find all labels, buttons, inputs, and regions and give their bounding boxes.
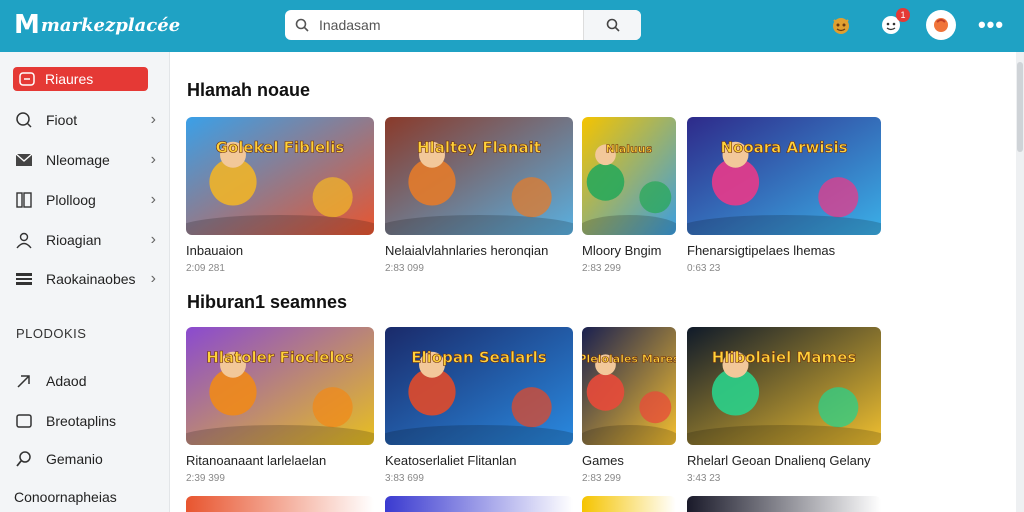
- game-card[interactable]: Nooara Arwisis Fhenarsigtipelaes lhemas 0:…: [687, 117, 881, 274]
- chevron-right-icon: ›: [150, 191, 156, 208]
- game-thumbnail[interactable]: Nlaluus: [582, 117, 676, 235]
- game-title[interactable]: Keatoserlaliet Flitanlan: [385, 453, 573, 468]
- game-title[interactable]: Nelaialvlahnlaries heronqian: [385, 243, 573, 258]
- game-title[interactable]: Ritanoanaant larlelaelan: [186, 453, 374, 468]
- game-title[interactable]: Fhenarsigtipelaes lhemas: [687, 243, 881, 258]
- avatar[interactable]: [926, 10, 956, 40]
- sidebar-item-label: Fioot: [46, 112, 78, 128]
- sidebar-subitem-3[interactable]: Gemanio: [14, 447, 164, 471]
- book-icon: [14, 190, 34, 210]
- search-button-icon: [606, 18, 620, 32]
- sidebar: Riaures Fioot › Nleomage › Plolloog › Ri…: [0, 52, 170, 512]
- section-title: Hiburan1 seamnes: [187, 292, 348, 312]
- game-thumbnail[interactable]: Golekel Fiblelis: [186, 117, 374, 235]
- game-thumbnail[interactable]: Hlatoler Fioclelos: [186, 327, 374, 445]
- search-input[interactable]: [319, 11, 589, 39]
- game-card[interactable]: Eliopan Sealarls Keatoserlaliet Flitanlan…: [385, 327, 573, 484]
- sidebar-subitem-2[interactable]: Breotaplins: [14, 409, 164, 433]
- thumbnail-title-art: Hlibolaiel Mames: [712, 348, 857, 366]
- sidebar-item-label: Plolloog: [46, 192, 96, 208]
- game-thumbnail[interactable]: Hlibolaiel Mames: [687, 327, 881, 445]
- game-card[interactable]: Plelolales Mares Games 2:83 299: [582, 327, 676, 484]
- chevron-right-icon: ›: [150, 270, 156, 287]
- top-bar: M markezplacée 1 •••: [0, 0, 1024, 52]
- magnifier-icon: [14, 449, 34, 469]
- sidebar-item-label: Rioagian: [46, 232, 102, 248]
- logo-text: markezplacée: [40, 14, 181, 36]
- game-card[interactable]: Hlaltey Flanait Nelaialvlahnlaries heronq…: [385, 117, 573, 274]
- thumbnail-title-art: Golekel Fiblelis: [216, 138, 345, 156]
- sidebar-item-label: Gemanio: [46, 451, 103, 467]
- home-icon: [19, 72, 35, 86]
- game-card[interactable]: Nlaluus Mloory Bngim 2:83 299: [582, 117, 676, 274]
- notification-icon[interactable]: 1: [876, 8, 910, 40]
- arrow-icon: [14, 371, 34, 391]
- game-meta: 0:63 23: [687, 263, 721, 274]
- thumbnail-title-art: Nooara Arwisis: [720, 138, 847, 156]
- search-icon: [14, 110, 34, 130]
- thumbnail-title-art: Hlaltey Flanait: [417, 138, 541, 156]
- game-meta: 2:39 399: [186, 473, 225, 484]
- game-meta: 2:83 299: [582, 473, 621, 484]
- game-thumbnail[interactable]: Plelolales Mares: [582, 327, 676, 445]
- game-title[interactable]: Mloory Bngim: [582, 243, 676, 258]
- sidebar-footer-link[interactable]: Conoornapheias: [14, 489, 117, 505]
- app-logo[interactable]: M markezplacée: [14, 10, 180, 40]
- chevron-right-icon: ›: [150, 231, 156, 248]
- game-thumbnail[interactable]: Nooara Arwisis: [687, 117, 881, 235]
- sidebar-item-1[interactable]: Fioot ›: [14, 108, 164, 132]
- game-meta: 3:83 699: [385, 473, 424, 484]
- more-options-icon[interactable]: •••: [976, 10, 1006, 40]
- game-meta: 3:43 23: [687, 473, 721, 484]
- game-card[interactable]: Hlatoler Fioclelos Ritanoanaant larlelael…: [186, 327, 374, 484]
- game-title[interactable]: Inbauaion: [186, 243, 374, 258]
- sidebar-item-3[interactable]: Plolloog ›: [14, 188, 164, 212]
- thumbnail-title-art: Plelolales Mares: [582, 352, 676, 365]
- sidebar-subitem-1[interactable]: Adaod: [14, 369, 164, 393]
- game-meta: 2:09 281: [186, 263, 225, 274]
- chevron-right-icon: ›: [150, 151, 156, 168]
- game-thumbnail[interactable]: [186, 496, 374, 512]
- game-thumbnail[interactable]: Hlaltey Flanait: [385, 117, 573, 235]
- sidebar-item-label: Raokainaobes: [46, 271, 136, 287]
- sidebar-item-2[interactable]: Nleomage ›: [14, 148, 164, 172]
- search-bar: [285, 10, 641, 40]
- thumbnail-title-art: Eliopan Sealarls: [411, 348, 546, 366]
- section-title: Hlamah noaue: [187, 80, 311, 100]
- game-title[interactable]: Rhelarl Geoan Dnalienq Gelany: [687, 453, 881, 468]
- game-card[interactable]: Hlibolaiel Mames Rhelarl Geoan Dnalienq G…: [687, 327, 881, 484]
- sidebar-item-active[interactable]: Riaures: [13, 67, 148, 91]
- search-button[interactable]: [583, 10, 641, 40]
- scrollbar-thumb[interactable]: [1017, 62, 1023, 152]
- sidebar-item-label: Nleomage: [46, 152, 110, 168]
- logo-mark: M: [14, 10, 40, 40]
- user-icon: [14, 230, 34, 250]
- thumbnail-title-art: Hlatoler Fioclelos: [206, 348, 354, 366]
- sidebar-item-label: Adaod: [46, 373, 87, 389]
- game-thumbnail[interactable]: Eliopan Sealarls: [385, 327, 573, 445]
- game-title[interactable]: Games: [582, 453, 676, 468]
- gift-icon[interactable]: [826, 10, 856, 40]
- sidebar-item-5[interactable]: Raokainaobes ›: [14, 267, 164, 291]
- game-meta: 2:83 299: [582, 263, 621, 274]
- header-actions: 1 •••: [826, 8, 1006, 40]
- image-icon: [14, 150, 34, 170]
- sidebar-item-label: Breotaplins: [46, 413, 117, 429]
- game-card[interactable]: Golekel Fiblelis Inbauaion 2:09 281: [186, 117, 374, 274]
- sidebar-section-heading: PLODOKIS: [16, 326, 87, 341]
- list-icon: [14, 269, 34, 289]
- notification-badge: 1: [896, 8, 910, 22]
- square-icon: [14, 411, 34, 431]
- main-content: Hlamah noaue Golekel Fiblelis Inbauaion 2:…: [170, 52, 1016, 512]
- thumbnail-title-art: Nlaluus: [606, 142, 653, 155]
- game-thumbnail[interactable]: [687, 496, 881, 512]
- game-meta: 2:83 099: [385, 263, 424, 274]
- sidebar-item-label: Riaures: [45, 71, 94, 87]
- sidebar-item-4[interactable]: Rioagian ›: [14, 228, 164, 252]
- scrollbar[interactable]: [1016, 52, 1024, 512]
- game-thumbnail[interactable]: [385, 496, 573, 512]
- chevron-right-icon: ›: [150, 111, 156, 128]
- game-thumbnail[interactable]: [582, 496, 676, 512]
- search-icon: [285, 10, 319, 40]
